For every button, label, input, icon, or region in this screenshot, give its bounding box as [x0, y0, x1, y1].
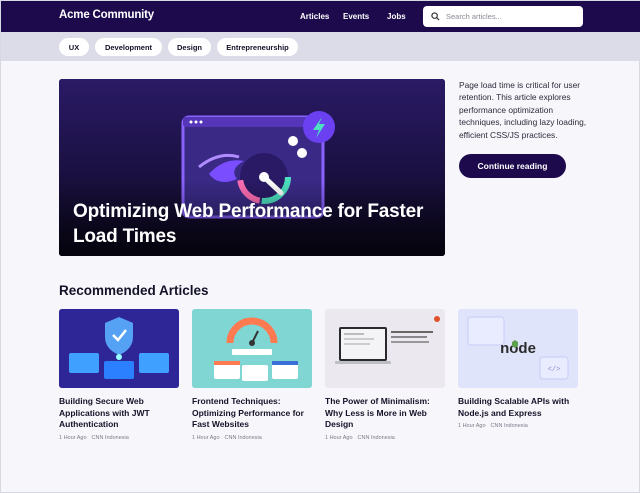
article-title[interactable]: Frontend Techniques: Optimizing Performa…: [192, 396, 313, 431]
article-card[interactable]: The Power of Minimalism: Why Less is Mor…: [325, 309, 446, 441]
article-card[interactable]: Building Secure Web Applications with JW…: [59, 309, 180, 441]
article-time: 1 Hour Ago: [59, 434, 87, 441]
featured-article-image[interactable]: Optimizing Web Performance for Faster Lo…: [59, 79, 445, 256]
nav-articles[interactable]: Articles: [300, 12, 329, 21]
search-box[interactable]: [423, 6, 583, 27]
search-icon: [431, 12, 440, 21]
article-card[interactable]: node </> Building Scalable APIs with Nod…: [458, 309, 579, 429]
article-time: 1 Hour Ago: [192, 434, 220, 441]
minimal-laptop-illustration: [325, 309, 445, 388]
nodejs-logo-illustration: node </>: [458, 309, 578, 388]
nav-events[interactable]: Events: [343, 12, 369, 21]
article-source: CNN Indonesia: [224, 434, 262, 441]
recommended-heading: Recommended Articles: [59, 283, 209, 298]
nav-jobs[interactable]: Jobs: [387, 12, 406, 21]
continue-reading-button[interactable]: Continue reading: [459, 154, 566, 178]
article-title[interactable]: Building Scalable APIs with Node.js and …: [458, 396, 579, 419]
chip-design[interactable]: Design: [168, 38, 211, 56]
category-bar: UX Development Design Entrepreneurship: [1, 32, 640, 61]
article-time: 1 Hour Ago: [325, 434, 353, 441]
featured-excerpt: Page load time is critical for user rete…: [459, 80, 587, 140]
article-time: 1 Hour Ago: [458, 423, 486, 429]
chip-ux[interactable]: UX: [59, 38, 89, 56]
article-source: CNN Indonesia: [91, 434, 129, 441]
security-illustration: [59, 309, 179, 388]
article-title[interactable]: The Power of Minimalism: Why Less is Mor…: [325, 396, 446, 431]
featured-title[interactable]: Optimizing Web Performance for Faster Lo…: [73, 199, 433, 249]
article-title[interactable]: Building Secure Web Applications with JW…: [59, 396, 180, 431]
brand-logo[interactable]: Acme Community: [59, 9, 154, 21]
performance-gauge-illustration: [192, 309, 312, 388]
article-meta: 1 Hour Ago CNN Indonesia: [325, 435, 446, 441]
article-source: CNN Indonesia: [357, 434, 395, 441]
article-meta: 1 Hour Ago CNN Indonesia: [458, 423, 579, 429]
article-source: CNN Indonesia: [490, 423, 528, 429]
article-meta: 1 Hour Ago CNN Indonesia: [59, 435, 180, 441]
svg-text:</>: </>: [548, 366, 561, 374]
chip-entrepreneurship[interactable]: Entrepreneurship: [217, 38, 298, 56]
top-navbar: Acme Community Articles Events Jobs: [1, 1, 640, 32]
search-input[interactable]: [446, 12, 576, 21]
chip-development[interactable]: Development: [95, 38, 162, 56]
article-meta: 1 Hour Ago CNN Indonesia: [192, 435, 313, 441]
article-card[interactable]: Frontend Techniques: Optimizing Performa…: [192, 309, 313, 441]
